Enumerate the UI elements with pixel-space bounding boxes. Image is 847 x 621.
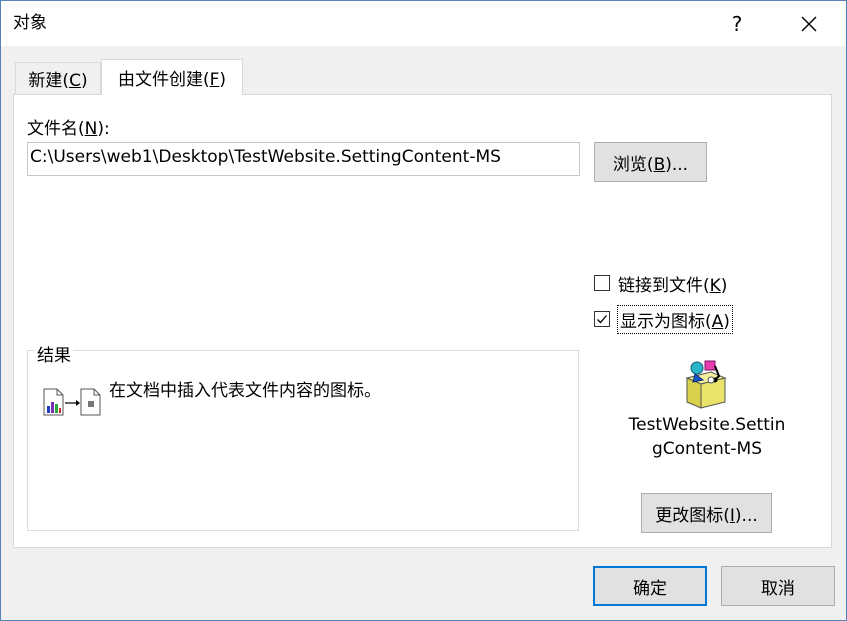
checkmark-icon — [597, 315, 607, 324]
browse-button-label: 浏览(B)... — [612, 154, 689, 175]
display-as-icon-checkbox-box[interactable] — [594, 311, 610, 327]
link-to-file-checkbox-box[interactable] — [594, 275, 610, 291]
tab-create-from-file[interactable]: 由文件创建(F) — [101, 59, 243, 95]
link-to-file-label: 链接到文件(K) — [618, 275, 728, 296]
result-description: 在文档中插入代表文件内容的图标。 — [109, 381, 381, 401]
icon-caption: TestWebsite.SettingContent-MS — [628, 415, 786, 459]
help-icon: ? — [731, 11, 743, 36]
filename-input[interactable]: C:\Users\web1\Desktop\TestWebsite.Settin… — [27, 142, 580, 176]
insert-icon-illustration-icon — [43, 388, 101, 416]
tab-create-new[interactable]: 新建(C) — [15, 62, 101, 94]
help-button[interactable]: ? — [714, 1, 760, 46]
title-bar[interactable]: 对象 ? — [1, 1, 846, 46]
dialog-title: 对象 — [13, 13, 47, 33]
browse-button[interactable]: 浏览(B)... — [594, 142, 707, 182]
ok-button[interactable]: 确定 — [593, 566, 707, 606]
filename-label: 文件名(N): — [27, 119, 110, 139]
change-icon-button[interactable]: 更改图标(I)... — [641, 493, 772, 533]
package-icon — [685, 360, 727, 409]
change-icon-label: 更改图标(I)... — [655, 505, 758, 526]
object-dialog: 对象 ? 新建(C) 由文件创建(F) 文件名(N): C:\Users\web… — [0, 0, 847, 621]
tab-create-new-label: 新建(C) — [28, 71, 88, 91]
link-to-file-checkbox[interactable]: 链接到文件(K) — [594, 271, 728, 296]
close-icon — [801, 16, 817, 31]
tab-create-from-file-label: 由文件创建(F) — [117, 70, 227, 90]
result-legend: 结果 — [35, 341, 73, 366]
display-as-icon-checkbox[interactable]: 显示为图标(A) — [594, 304, 733, 334]
cancel-button[interactable]: 取消 — [721, 566, 835, 606]
display-as-icon-label: 显示为图标(A) — [617, 304, 733, 334]
close-button[interactable] — [786, 1, 832, 46]
